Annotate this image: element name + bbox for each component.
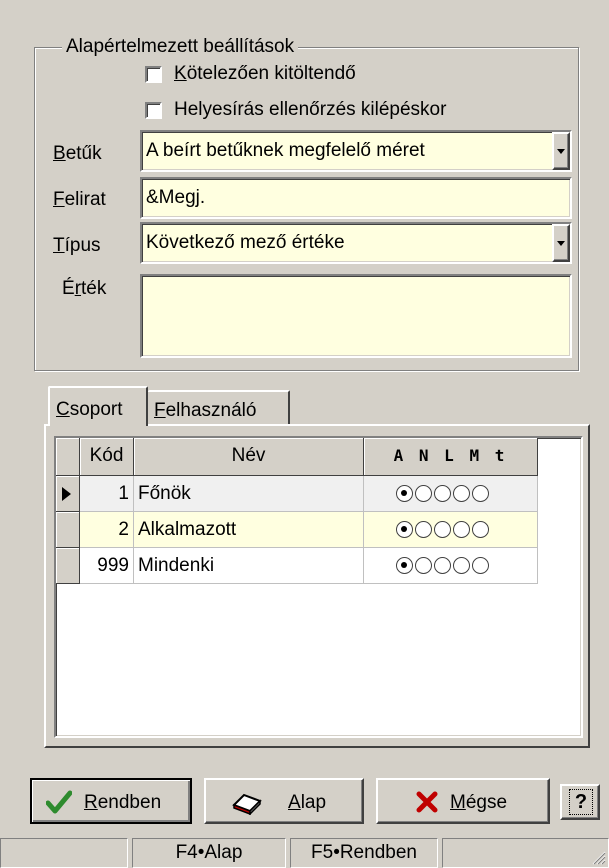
radio-m[interactable] <box>453 485 470 503</box>
row-indicator[interactable] <box>56 512 80 548</box>
ok-hotkey: R <box>84 792 98 813</box>
radio-l[interactable] <box>434 557 451 575</box>
status-panel-empty <box>0 838 128 868</box>
radio-m[interactable] <box>453 557 470 575</box>
ok-button-label: Rendben <box>84 792 161 814</box>
betuk-hotkey: B <box>53 143 66 164</box>
radio-t[interactable] <box>472 485 489 503</box>
table-row-nev[interactable]: Mindenki <box>134 548 364 584</box>
status-f4: F4•Alap <box>132 838 286 868</box>
betuk-label: Betűk <box>53 143 102 165</box>
table-row-nev[interactable]: Főnök <box>134 476 364 512</box>
ertek-label-first: É <box>62 278 75 299</box>
ok-label-rest: endben <box>97 792 162 813</box>
base-label-rest: lap <box>300 792 327 813</box>
user-grid[interactable]: Kód Név A N L M t 1 Főnök 2 Alkalmazott … <box>54 436 583 738</box>
eraser-icon <box>232 793 262 815</box>
required-checkbox-text: ötelezően kitöltendő <box>186 63 356 84</box>
radio-t[interactable] <box>472 557 489 575</box>
required-checkbox[interactable] <box>145 66 162 83</box>
betuk-value: A beírt betűknek megfelelő méret <box>146 140 425 161</box>
tab-felhasznalo-rest: elhasználó <box>165 400 257 421</box>
felirat-label-rest: elirat <box>64 189 106 210</box>
cancel-hotkey: M <box>450 792 466 813</box>
table-row-radios[interactable] <box>364 512 538 548</box>
radio-n[interactable] <box>415 485 432 503</box>
radio-a[interactable] <box>396 557 413 575</box>
checkmark-icon <box>46 790 72 814</box>
table-row-nev[interactable]: Alkalmazott <box>134 512 364 548</box>
chevron-down-icon <box>557 241 565 246</box>
base-hotkey: A <box>288 792 301 813</box>
tab-csoport[interactable]: Csoport <box>48 386 148 426</box>
radio-m[interactable] <box>453 521 470 539</box>
tipus-label: Típus <box>53 235 101 257</box>
required-checkbox-label[interactable]: Kötelezően kitöltendő <box>174 63 356 85</box>
felirat-label: Felirat <box>53 189 106 211</box>
tipus-combobox[interactable]: Következő mező értéke <box>140 222 572 264</box>
spellcheck-checkbox-label[interactable]: Helyesírás ellenőrzés kilépéskor <box>174 99 446 121</box>
ertek-label-rest: ték <box>81 278 107 299</box>
tipus-value: Következő mező értéke <box>146 232 345 253</box>
grid-header-kod[interactable]: Kód <box>80 438 134 476</box>
ok-button[interactable]: Rendben <box>30 778 192 824</box>
row-indicator[interactable] <box>56 476 80 512</box>
radio-l[interactable] <box>434 521 451 539</box>
chevron-down-icon <box>557 149 565 154</box>
table-row-kod[interactable]: 2 <box>80 512 134 548</box>
tab-felhasznalo-label: Felhasználó <box>154 400 256 422</box>
base-button[interactable]: Alap <box>204 778 364 824</box>
required-checkbox-hotkey: K <box>174 63 187 84</box>
tipus-label-rest: ípus <box>64 235 101 256</box>
radio-l[interactable] <box>434 485 451 503</box>
help-icon: ? <box>569 789 593 815</box>
help-button[interactable]: ? <box>560 784 600 820</box>
defaults-groupbox-title: Alapértelmezett beállítások <box>62 36 299 58</box>
ertek-label: Érték <box>62 278 106 300</box>
tipus-hotkey: T <box>53 235 65 256</box>
table-row-kod[interactable]: 1 <box>80 476 134 512</box>
base-button-label: Alap <box>288 792 326 814</box>
close-icon <box>416 791 438 813</box>
tab-csoport-rest: soport <box>69 399 123 420</box>
felirat-hotkey: F <box>53 189 65 210</box>
current-row-arrow-icon <box>62 487 71 501</box>
status-panel-rest <box>442 838 609 868</box>
table-row-radios[interactable] <box>364 548 538 584</box>
radio-n[interactable] <box>415 557 432 575</box>
table-row-radios[interactable] <box>364 476 538 512</box>
betuk-combobox[interactable]: A beírt betűknek megfelelő méret <box>140 130 572 172</box>
status-f5: F5•Rendben <box>290 838 438 868</box>
ertek-textarea[interactable] <box>140 274 572 358</box>
felirat-input[interactable]: &Megj. <box>140 177 572 219</box>
tab-csoport-label: Csoport <box>56 399 123 421</box>
grid-header-flags[interactable]: A N L M t <box>364 438 538 476</box>
cancel-button-label: Mégse <box>450 792 507 814</box>
row-indicator[interactable] <box>56 548 80 584</box>
tipus-dropdown-button[interactable] <box>552 224 570 262</box>
table-row-kod[interactable]: 999 <box>80 548 134 584</box>
tab-csoport-hotkey: C <box>56 399 70 420</box>
betuk-label-rest: etűk <box>65 143 102 164</box>
spellcheck-checkbox[interactable] <box>145 102 162 119</box>
radio-a[interactable] <box>396 485 413 503</box>
cancel-button[interactable]: Mégse <box>376 778 550 824</box>
tab-felhasznalo-hotkey: F <box>154 400 166 421</box>
radio-n[interactable] <box>415 521 432 539</box>
felirat-value: &Megj. <box>146 187 206 208</box>
grid-header-nev[interactable]: Név <box>134 438 364 476</box>
cancel-label-rest: égse <box>465 792 508 813</box>
tab-felhasznalo[interactable]: Felhasználó <box>148 390 290 425</box>
radio-a[interactable] <box>396 521 413 539</box>
grid-indicator-header <box>56 438 80 476</box>
betuk-dropdown-button[interactable] <box>552 132 570 170</box>
resize-grip-icon <box>592 851 606 865</box>
radio-t[interactable] <box>472 521 489 539</box>
